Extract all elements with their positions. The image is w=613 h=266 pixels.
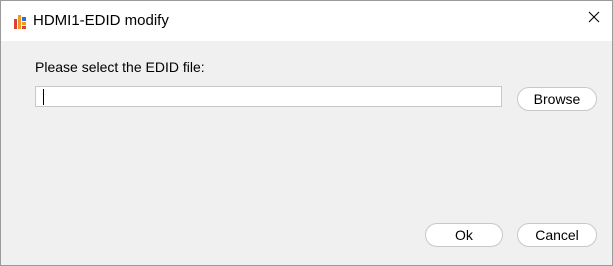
text-caret <box>43 89 44 105</box>
dialog-content: Please select the EDID file: Browse Ok C… <box>1 41 612 265</box>
window-title: HDMI1-EDID modify <box>33 12 169 29</box>
close-icon[interactable] <box>588 10 600 26</box>
app-icon <box>14 15 26 29</box>
cancel-button[interactable]: Cancel <box>517 223 597 247</box>
close-button[interactable] <box>576 1 612 35</box>
edid-file-path-input[interactable] <box>35 86 502 107</box>
select-file-label: Please select the EDID file: <box>35 59 205 75</box>
dialog-window: HDMI1-EDID modify Please select the EDID… <box>0 0 613 266</box>
title-bar[interactable]: HDMI1-EDID modify <box>1 1 612 41</box>
ok-button[interactable]: Ok <box>425 223 503 247</box>
browse-button[interactable]: Browse <box>517 87 597 111</box>
